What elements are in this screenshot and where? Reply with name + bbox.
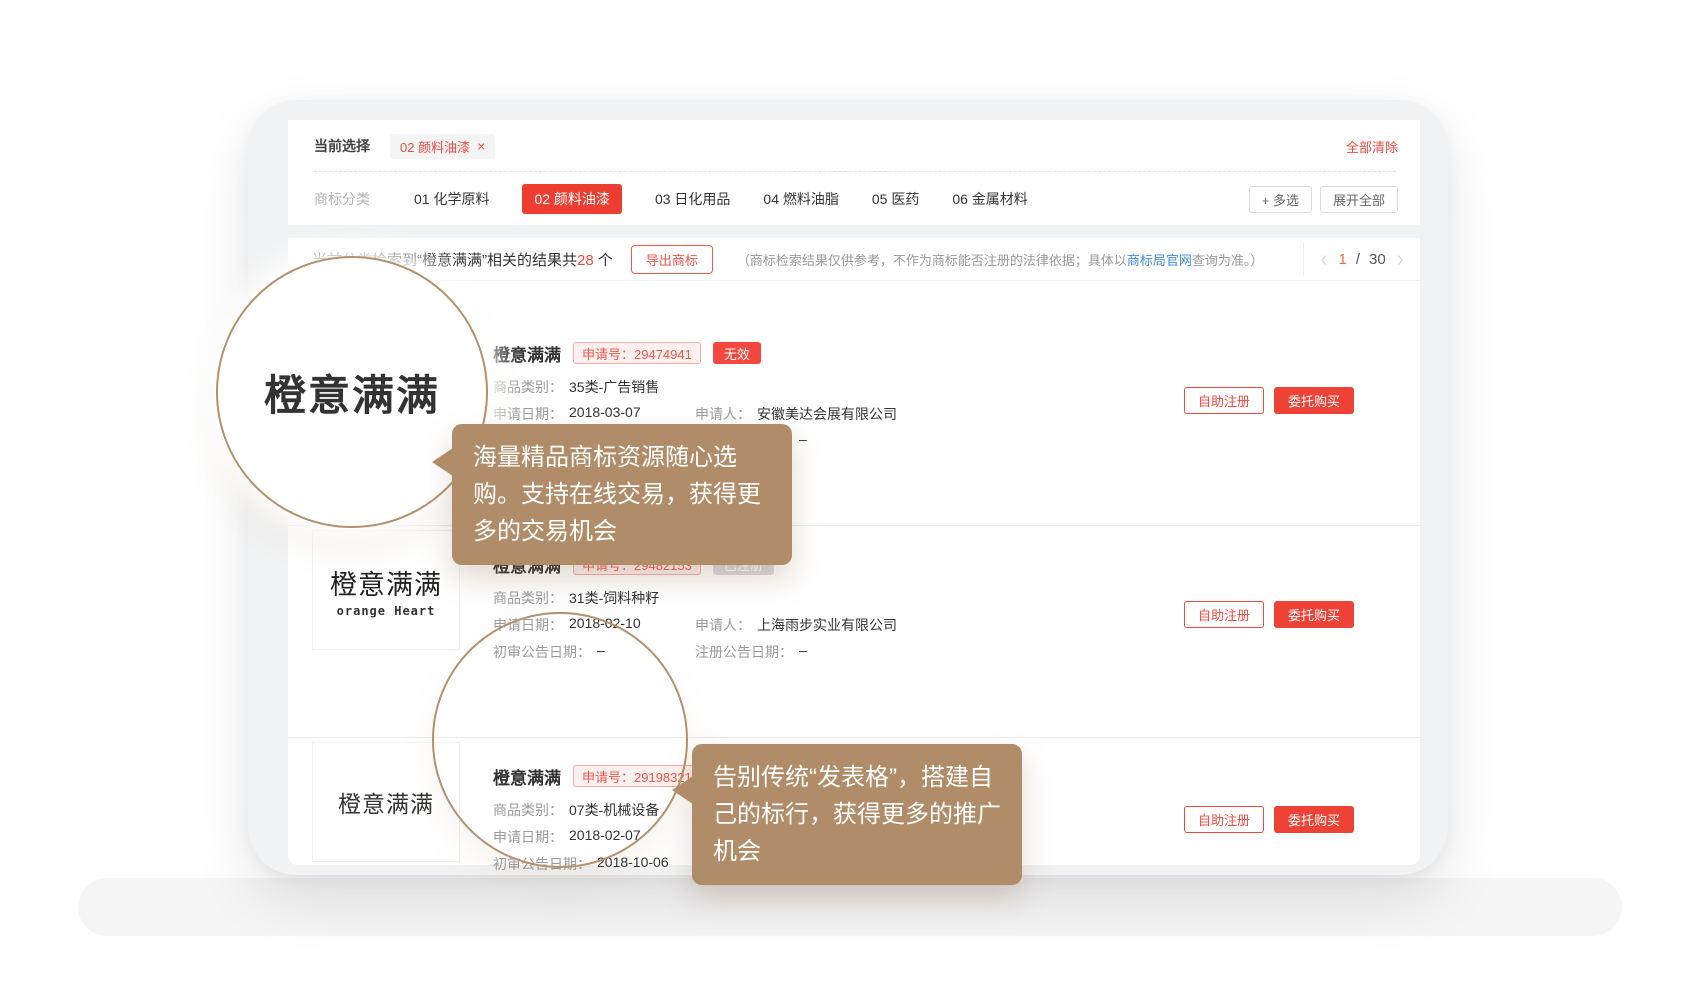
magnifier-circle-top: 橙意满满 — [216, 256, 488, 528]
category-item[interactable]: 05 医药 — [872, 189, 919, 209]
trademark-office-link[interactable]: 商标局官网 — [1127, 253, 1192, 268]
current-page: 1 — [1338, 251, 1346, 268]
trademark-search-page: 当前选择 02 颜料油漆 × 全部清除 商标分类 01 化学原料02 颜料油漆0… — [0, 0, 1696, 1002]
category-label: 商标分类 — [314, 189, 370, 209]
category-row: 商标分类 01 化学原料 02 颜料油漆 03 日化用品 04 燃料油脂 05 医药 06… — [314, 185, 1398, 213]
field-value: 31类-饲料种籽 — [569, 588, 659, 608]
multi-select-button[interactable]: + 多选 — [1249, 186, 1312, 213]
trademark-name[interactable]: 橙意满满 — [493, 341, 561, 366]
close-icon[interactable]: × — [477, 139, 485, 153]
field-value: – — [799, 642, 807, 662]
next-page-icon[interactable]: › — [1395, 248, 1406, 270]
current-selection-label: 当前选择 — [314, 136, 370, 156]
field-label: 商品类别： — [493, 588, 563, 608]
field-value: 上海雨步实业有限公司 — [757, 615, 897, 635]
tooltip-arrow-icon — [672, 776, 693, 804]
category-item[interactable]: 04 燃料油脂 — [763, 189, 838, 209]
device-base-bar — [78, 878, 1622, 936]
selected-filter-tag-label: 02 颜料油漆 — [400, 137, 470, 156]
magnified-trademark-text: 橙意满满 — [264, 362, 440, 423]
prev-page-icon[interactable]: ‹ — [1318, 248, 1329, 270]
entrust-buy-button[interactable]: 委托购买 — [1274, 601, 1354, 628]
thumbnail-text: 橙意满满 — [338, 785, 434, 819]
result-actions: 自助注册委托购买 — [1184, 806, 1354, 833]
expand-all-button[interactable]: 展开全部 — [1320, 186, 1398, 213]
callout-promo-tooltip: 告别传统“发表格”，搭建自己的标行，获得更多的推广机会 — [692, 744, 1022, 885]
self-register-button[interactable]: 自助注册 — [1184, 601, 1264, 628]
category-item[interactable]: 02 颜料油漆 — [522, 184, 621, 214]
result-actions: 自助注册委托购买 — [1184, 387, 1354, 414]
application-number-badge: 申请号：29474941 — [573, 342, 701, 364]
field-value: – — [799, 431, 807, 451]
field-line: 商品类别： 35类-广告销售 — [493, 378, 897, 396]
field-value: 35类-广告销售 — [569, 377, 659, 397]
clear-all-link[interactable]: 全部清除 — [1346, 137, 1398, 156]
total-pages: 30 — [1369, 251, 1386, 268]
self-register-button[interactable]: 自助注册 — [1184, 387, 1264, 414]
thumbnail-text: 橙意满满 — [330, 563, 442, 602]
export-trademarks-button[interactable]: 导出商标 — [631, 245, 713, 274]
page-separator: / — [1356, 251, 1360, 268]
self-register-button[interactable]: 自助注册 — [1184, 806, 1264, 833]
thumbnail-subtext: orange Heart — [337, 604, 436, 618]
results-header: 当前分类检索到“橙意满满”相关的结果共28 个 导出商标 （商标检索结果仅供参考… — [288, 238, 1420, 280]
current-selection-row: 当前选择 02 颜料油漆 × 全部清除 — [314, 132, 1398, 160]
tooltip-arrow-icon — [432, 448, 453, 476]
field-label: 商品类别： — [493, 377, 563, 397]
disclaimer-text: （商标检索结果仅供参考，不作为商标能否注册的法律依据；具体以商标局官网查询为准。… — [737, 250, 1264, 269]
callout-trade-tooltip: 海量精品商标资源随心选购。支持在线交易，获得更多的交易机会 — [452, 424, 792, 565]
field-line: 申请日期： 2018-03-07 申请人： 安徽美达会展有限公司 — [493, 405, 897, 423]
category-list: 01 化学原料 02 颜料油漆 03 日化用品 04 燃料油脂 05 医药 06 金属材料 — [414, 184, 1028, 214]
category-item[interactable]: 01 化学原料 — [414, 189, 489, 209]
entrust-buy-button[interactable]: 委托购买 — [1274, 806, 1354, 833]
field-label: 申请人： — [695, 615, 751, 635]
field-label: 申请日期： — [493, 404, 563, 424]
magnifier-circle-bottom — [432, 612, 688, 868]
entrust-buy-button[interactable]: 委托购买 — [1274, 387, 1354, 414]
status-badge: 无效 — [713, 342, 761, 364]
dashed-divider — [314, 171, 1396, 172]
pagination: ‹ 1 / 30 › — [1303, 242, 1406, 276]
callout-promo-text: 告别传统“发表格”，搭建自己的标行，获得更多的推广机会 — [713, 764, 1001, 865]
category-buttons: + 多选 展开全部 — [1249, 186, 1398, 213]
selected-filter-tag[interactable]: 02 颜料油漆 × — [390, 134, 495, 159]
field-label: 申请人： — [695, 404, 751, 424]
category-item[interactable]: 06 金属材料 — [952, 189, 1027, 209]
category-item[interactable]: 03 日化用品 — [655, 189, 730, 209]
trademark-thumbnail[interactable]: 橙意满满 orange Heart — [312, 530, 460, 650]
field-value: 2018-03-07 — [569, 404, 641, 424]
result-actions: 自助注册委托购买 — [1184, 601, 1354, 628]
callout-trade-text: 海量精品商标资源随心选购。支持在线交易，获得更多的交易机会 — [473, 444, 761, 545]
results-count: 28 — [577, 252, 594, 269]
field-label: 注册公告日期： — [695, 642, 793, 662]
field-value: 安徽美达会展有限公司 — [757, 404, 897, 424]
field-line: 商品类别： 31类-饲料种籽 — [493, 589, 897, 607]
